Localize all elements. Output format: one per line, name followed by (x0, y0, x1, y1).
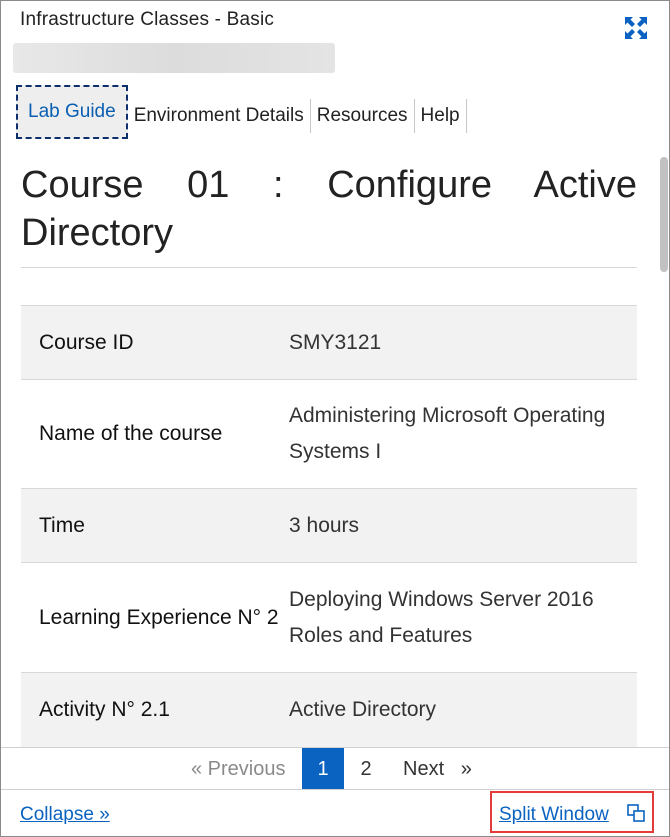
tab-lab-guide[interactable]: Lab Guide (16, 85, 128, 139)
split-window-highlight: Split Window (490, 791, 654, 833)
table-row: Activity N° 2.1 Active Directory (21, 672, 637, 747)
divider (21, 267, 637, 268)
row-key: Course ID (21, 305, 289, 380)
split-window-icon[interactable] (627, 804, 645, 822)
scrollbar-thumb[interactable] (660, 157, 668, 272)
lab-guide-content: Course 01 : Configure Active Directory C… (1, 147, 657, 747)
row-value: 3 hours (289, 488, 637, 563)
page-title: Course 01 : Configure Active Directory (21, 164, 637, 254)
table-row: Time 3 hours (21, 488, 637, 563)
row-key: Learning Experience N° 2 (21, 562, 289, 673)
expand-icon[interactable] (623, 15, 649, 41)
row-key: Name of the course (21, 379, 289, 489)
pagination: « Previous 1 2 Next » (1, 747, 669, 790)
tab-help[interactable]: Help (415, 99, 467, 133)
next-page-link[interactable]: Next » (403, 748, 472, 790)
table-row: Learning Experience N° 2 Deploying Windo… (21, 562, 637, 673)
previous-page-link[interactable]: « Previous (191, 748, 286, 790)
blurred-subtitle (13, 43, 335, 73)
table-row: Course ID SMY3121 (21, 305, 637, 380)
tab-resources[interactable]: Resources (311, 99, 415, 133)
row-key: Time (21, 488, 289, 563)
window-title: Infrastructure Classes - Basic (20, 9, 275, 30)
row-value: SMY3121 (289, 305, 637, 380)
tab-environment-details[interactable]: Environment Details (128, 99, 311, 133)
row-key: Activity N° 2.1 (21, 672, 289, 747)
course-info-table: Course ID SMY3121 Name of the course Adm… (21, 305, 637, 747)
tab-bar: Lab Guide Environment Details Resources … (16, 85, 467, 143)
collapse-link[interactable]: Collapse » (20, 804, 110, 826)
row-value: Active Directory (289, 672, 637, 747)
page-1-button[interactable]: 1 (302, 748, 344, 790)
split-window-link[interactable]: Split Window (499, 804, 609, 826)
row-value: Administering Microsoft Operating System… (289, 379, 637, 489)
page-2-button[interactable]: 2 (353, 748, 379, 790)
row-value: Deploying Windows Server 2016 Roles and … (289, 562, 637, 673)
table-row: Name of the course Administering Microso… (21, 379, 637, 489)
lab-panel: Infrastructure Classes - Basic Lab Guide… (0, 0, 670, 837)
footer: Collapse » Split Window (1, 789, 669, 836)
scrollbar[interactable] (657, 147, 669, 747)
